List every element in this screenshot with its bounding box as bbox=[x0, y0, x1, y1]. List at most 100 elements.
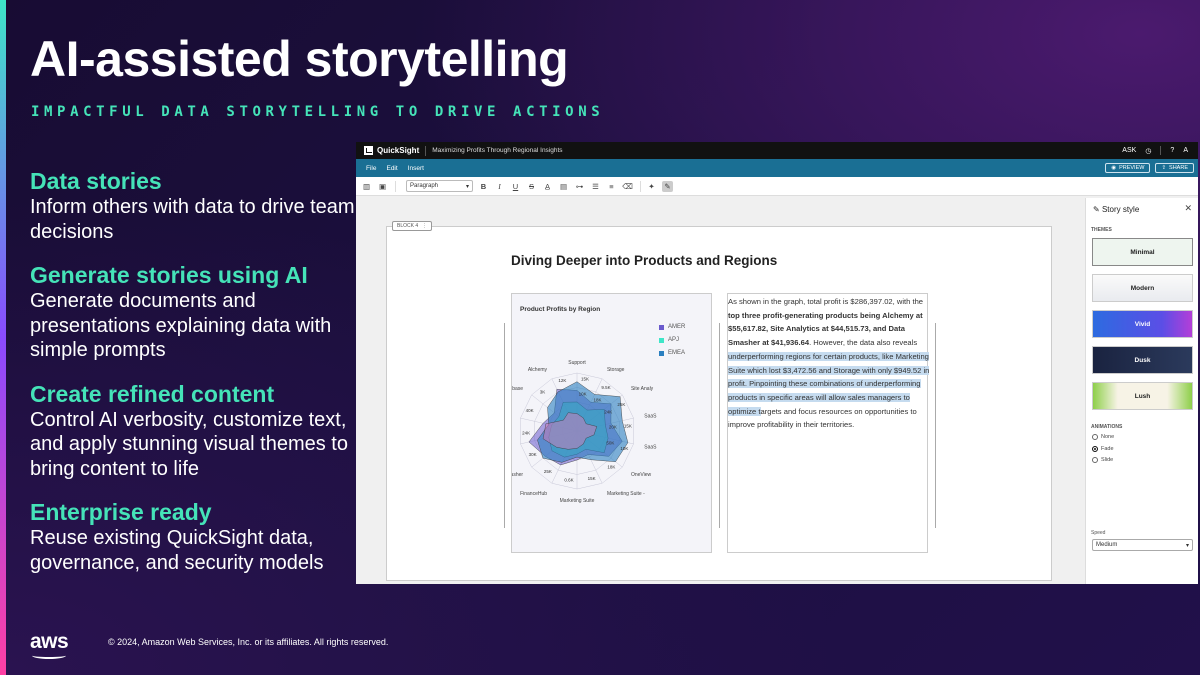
radio-label: Slide bbox=[1101, 457, 1114, 463]
share-button[interactable]: ⇪ SHARE bbox=[1155, 163, 1194, 173]
menu-edit[interactable]: Edit bbox=[386, 165, 397, 172]
speed-select[interactable]: Medium ▾ bbox=[1092, 539, 1193, 551]
underline-icon[interactable]: U bbox=[510, 181, 521, 192]
topbar-divider bbox=[1160, 146, 1162, 155]
menu-bar: File Edit Insert ◉ PREVIEW ⇪ SHARE bbox=[356, 159, 1198, 177]
theme-lush[interactable]: Lush bbox=[1092, 382, 1193, 410]
column-guide bbox=[935, 323, 936, 528]
radar-tick-label: 25K bbox=[617, 402, 625, 407]
feature-item: Enterprise ready Reuse existing QuickSig… bbox=[30, 499, 360, 575]
brush-icon: ✎ bbox=[1093, 205, 1102, 214]
bold-icon[interactable]: B bbox=[478, 181, 489, 192]
insert-image-icon[interactable]: ▣ bbox=[377, 181, 388, 192]
theme-label: Lush bbox=[1134, 392, 1151, 400]
radar-tick-label: 20K bbox=[609, 425, 617, 430]
speed-label: Speed bbox=[1091, 530, 1106, 536]
toolbar-divider bbox=[395, 180, 396, 192]
brand-name: QuickSight bbox=[377, 146, 420, 155]
close-icon[interactable]: ✕ bbox=[1184, 203, 1192, 214]
radio-none[interactable] bbox=[1092, 434, 1098, 440]
animation-option-none[interactable]: None bbox=[1092, 434, 1114, 440]
radar-tick-label: 24K bbox=[604, 409, 612, 414]
radar-tick-label: 18K bbox=[593, 397, 601, 402]
menu-file[interactable]: File bbox=[366, 165, 376, 172]
radar-category-label: Support bbox=[568, 360, 586, 366]
feature-body: Reuse existing QuickSight data, governan… bbox=[30, 527, 324, 574]
align-icon[interactable]: ≡ bbox=[606, 181, 617, 192]
user-avatar[interactable]: A bbox=[1183, 147, 1188, 154]
radio-label: Fade bbox=[1101, 446, 1114, 452]
radar-chart: Support Storage Site Analy SaaS SaaS OneView M… bbox=[512, 360, 657, 504]
list-icon[interactable]: ☰ bbox=[590, 181, 601, 192]
ai-generate-icon[interactable]: ✦ bbox=[646, 181, 657, 192]
feature-heading: Enterprise ready bbox=[30, 499, 212, 525]
strikethrough-icon[interactable]: S bbox=[526, 181, 537, 192]
feature-item: Generate stories using AI Generate docum… bbox=[30, 262, 360, 363]
radar-category-label: Marketing Suite bbox=[560, 498, 595, 504]
chevron-down-icon: ▾ bbox=[465, 183, 469, 190]
radar-tick-label: 15K bbox=[581, 377, 589, 382]
ask-button[interactable]: ASK bbox=[1122, 147, 1136, 154]
aws-logo-text: aws bbox=[30, 630, 69, 653]
theme-minimal[interactable]: Minimal bbox=[1092, 238, 1193, 266]
block-tag[interactable]: BLOCK 4 ⋮ bbox=[392, 221, 433, 231]
story-style-title: ✎ Story style bbox=[1093, 205, 1139, 214]
radio-fade[interactable] bbox=[1092, 446, 1098, 452]
link-icon[interactable]: ⊶ bbox=[574, 181, 585, 192]
theme-label: Vivid bbox=[1134, 320, 1151, 328]
radar-chart-visual[interactable]: Product Profits by Region AMER APJ EMEA … bbox=[511, 293, 712, 553]
radar-tick-label: 9.5K bbox=[601, 385, 610, 390]
text-run: As shown in the graph, total profit is $… bbox=[728, 297, 924, 306]
chevron-down-icon: ▾ bbox=[1185, 542, 1189, 549]
feature-heading: Generate stories using AI bbox=[30, 262, 308, 288]
speed-value: Medium bbox=[1096, 542, 1118, 548]
clock-icon[interactable]: ◷ bbox=[1145, 147, 1151, 155]
radar-category-label: OneView bbox=[631, 472, 652, 478]
feature-list: Data stories Inform others with data to … bbox=[30, 168, 360, 593]
theme-vivid[interactable]: Vivid bbox=[1092, 310, 1193, 338]
highlight-icon[interactable]: ▤ bbox=[558, 181, 569, 192]
story-text[interactable]: As shown in the graph, total profit is $… bbox=[728, 294, 933, 432]
menu-insert[interactable]: Insert bbox=[408, 165, 424, 172]
animations-label: ANIMATIONS bbox=[1091, 424, 1123, 430]
radar-category-label: SaaS bbox=[644, 444, 657, 450]
italic-icon[interactable]: I bbox=[494, 181, 505, 192]
radio-slide[interactable] bbox=[1092, 457, 1098, 463]
slide-subtitle: IMPACTFUL DATA STORYTELLING TO DRIVE ACT… bbox=[31, 104, 605, 120]
radar-tick-label: 15K bbox=[588, 476, 596, 481]
radar-tick-label: 3K bbox=[540, 389, 546, 394]
story-text-block[interactable]: As shown in the graph, total profit is $… bbox=[727, 293, 930, 553]
radar-tick-label: 40K bbox=[526, 408, 534, 413]
theme-modern[interactable]: Modern bbox=[1092, 274, 1193, 302]
feature-item: Create refined content Control AI verbos… bbox=[30, 381, 360, 482]
story-heading[interactable]: Diving Deeper into Products and Regions bbox=[511, 253, 777, 268]
radar-category-label: Site Analy bbox=[631, 386, 654, 392]
radar-category-label: Storage bbox=[607, 367, 625, 373]
feature-heading: Create refined content bbox=[30, 380, 275, 407]
eye-icon: ◉ bbox=[1111, 165, 1117, 171]
aws-logo: aws bbox=[30, 630, 69, 659]
clear-format-icon[interactable]: ⌫ bbox=[622, 181, 633, 192]
format-toolbar: ▥ ▣ Paragraph ▾ B I U S A̲ ▤ ⊶ ☰ ≡ ⌫ ✦ ✎ bbox=[356, 177, 1198, 196]
paragraph-style-select[interactable]: Paragraph ▾ bbox=[406, 180, 473, 192]
text-color-icon[interactable]: A̲ bbox=[542, 181, 553, 192]
radar-tick-label: 18K bbox=[607, 465, 615, 470]
app-topbar: QuickSight Maximizing Profits Through Re… bbox=[356, 142, 1198, 159]
radar-tick-label: 0.6K bbox=[564, 477, 573, 482]
insert-visual-icon[interactable]: ▥ bbox=[361, 181, 372, 192]
quicksight-logo[interactable]: QuickSight bbox=[364, 146, 419, 155]
animation-option-slide[interactable]: Slide bbox=[1092, 457, 1113, 463]
theme-dusk[interactable]: Dusk bbox=[1092, 346, 1193, 374]
story-style-label: Story style bbox=[1101, 205, 1140, 214]
preview-button[interactable]: ◉ PREVIEW bbox=[1105, 163, 1151, 173]
animation-option-fade[interactable]: Fade bbox=[1092, 446, 1114, 452]
feature-body: Inform others with data to drive team de… bbox=[30, 196, 355, 243]
more-options-icon: ⋮ bbox=[422, 223, 428, 229]
radar-category-label: SaaS bbox=[644, 414, 657, 420]
aws-smile-icon bbox=[32, 651, 66, 659]
paint-brush-icon[interactable]: ✎ bbox=[662, 180, 673, 192]
column-guide bbox=[504, 323, 505, 528]
help-icon[interactable]: ? bbox=[1170, 147, 1174, 154]
theme-label: Minimal bbox=[1130, 248, 1155, 256]
paragraph-style-value: Paragraph bbox=[410, 183, 439, 189]
